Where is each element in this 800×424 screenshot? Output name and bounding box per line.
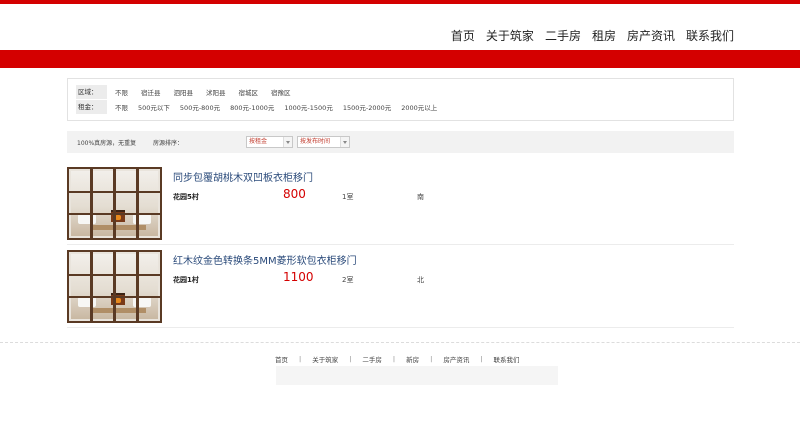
footer-link-new-homes[interactable]: 新房 <box>406 354 419 364</box>
nav-home[interactable]: 首页 <box>451 28 475 44</box>
rent-option[interactable]: 800元-1000元 <box>230 102 274 112</box>
listing-title[interactable]: 红木纹金色转换条5MM菱形软包衣柜移门 <box>173 252 357 267</box>
rent-option[interactable]: 1500元-2000元 <box>343 102 391 112</box>
area-option[interactable]: 不限 <box>115 87 128 97</box>
area-filter-label: 区域： <box>76 85 107 99</box>
listing-item: 红木纹金色转换条5MM菱形软包衣柜移门 花园1村 1100 2室 北 <box>67 246 734 328</box>
listing-estate: 花园1村 <box>173 276 199 284</box>
listing-rooms: 1室 <box>342 193 354 201</box>
footer-separator: | <box>430 355 433 363</box>
site-header: 首页 关于筑家 二手房 租房 房产资讯 联系我们 <box>0 4 800 50</box>
chevron-down-icon <box>283 137 292 147</box>
footer-separator: | <box>349 355 352 363</box>
area-option[interactable]: 宿豫区 <box>271 87 291 97</box>
area-option[interactable]: 宿迁县 <box>141 87 161 97</box>
listing-orientation: 北 <box>417 276 424 284</box>
footer-divider <box>0 342 800 343</box>
nav-second-hand[interactable]: 二手房 <box>545 28 581 44</box>
sort-by-time-value: 按发布时间 <box>300 138 331 145</box>
listing-price: 1100 <box>283 270 314 284</box>
nav-rent[interactable]: 租房 <box>592 28 616 44</box>
rent-option[interactable]: 不限 <box>115 102 128 112</box>
rent-filter-label: 租金： <box>76 100 107 114</box>
footer-separator: | <box>299 355 302 363</box>
header-red-band <box>0 50 800 68</box>
area-option[interactable]: 泗阳县 <box>174 87 194 97</box>
area-option[interactable]: 沭阳县 <box>206 87 226 97</box>
footer-separator: | <box>480 355 483 363</box>
listing-price: 800 <box>283 187 306 201</box>
nav-contact[interactable]: 联系我们 <box>686 28 734 44</box>
sort-by-time-select[interactable]: 按发布时间 <box>297 136 350 148</box>
listing-item: 同步包覆胡桃木双凹板衣柜移门 花园5村 800 1室 南 <box>67 163 734 245</box>
footer-link-second-hand[interactable]: 二手房 <box>362 354 382 364</box>
footer-info-box <box>276 366 558 385</box>
footer-link-news[interactable]: 房产资讯 <box>443 354 469 364</box>
listing-title[interactable]: 同步包覆胡桃木双凹板衣柜移门 <box>173 169 313 184</box>
sort-by-rent-select[interactable]: 按租金 <box>246 136 293 148</box>
sort-by-rent-value: 按租金 <box>249 138 268 145</box>
footer-link-home[interactable]: 首页 <box>275 354 288 364</box>
footer-separator: | <box>392 355 396 363</box>
nav-about[interactable]: 关于筑家 <box>486 28 534 44</box>
rent-option[interactable]: 2000元以上 <box>401 102 437 112</box>
sort-label: 房源排序： <box>153 140 184 147</box>
chevron-down-icon <box>340 137 349 147</box>
rent-option[interactable]: 1000元-1500元 <box>284 102 332 112</box>
footer-link-about[interactable]: 关于筑家 <box>312 354 338 364</box>
footer-nav: 首页 | 关于筑家 | 二手房 | 新房 | 房产资讯 | 联系我们 <box>275 354 520 364</box>
listing-estate: 花园5村 <box>173 193 199 201</box>
area-filter-row: 区域： 不限 宿迁县 泗阳县 沭阳县 宿城区 宿豫区 <box>76 85 304 99</box>
area-option[interactable]: 宿城区 <box>239 87 259 97</box>
listing-thumbnail[interactable] <box>67 250 162 323</box>
nav-news[interactable]: 房产资讯 <box>627 28 675 44</box>
main-nav: 首页 关于筑家 二手房 租房 房产资讯 联系我们 <box>451 28 734 44</box>
sort-bar: 100%真房源，无重复 房源排序： 按租金 按发布时间 <box>67 131 734 153</box>
footer-link-contact[interactable]: 联系我们 <box>494 354 520 364</box>
filter-panel: 区域： 不限 宿迁县 泗阳县 沭阳县 宿城区 宿豫区 租金： 不限 500元以下… <box>67 78 734 121</box>
genuine-listing-note: 100%真房源，无重复 <box>77 140 137 147</box>
listing-orientation: 南 <box>417 193 424 201</box>
listing-rooms: 2室 <box>342 276 354 284</box>
rent-option[interactable]: 500元以下 <box>138 102 170 112</box>
rent-filter-row: 租金： 不限 500元以下 500元-800元 800元-1000元 1000元… <box>76 100 447 114</box>
rent-option[interactable]: 500元-800元 <box>180 102 220 112</box>
listing-thumbnail[interactable] <box>67 167 162 240</box>
